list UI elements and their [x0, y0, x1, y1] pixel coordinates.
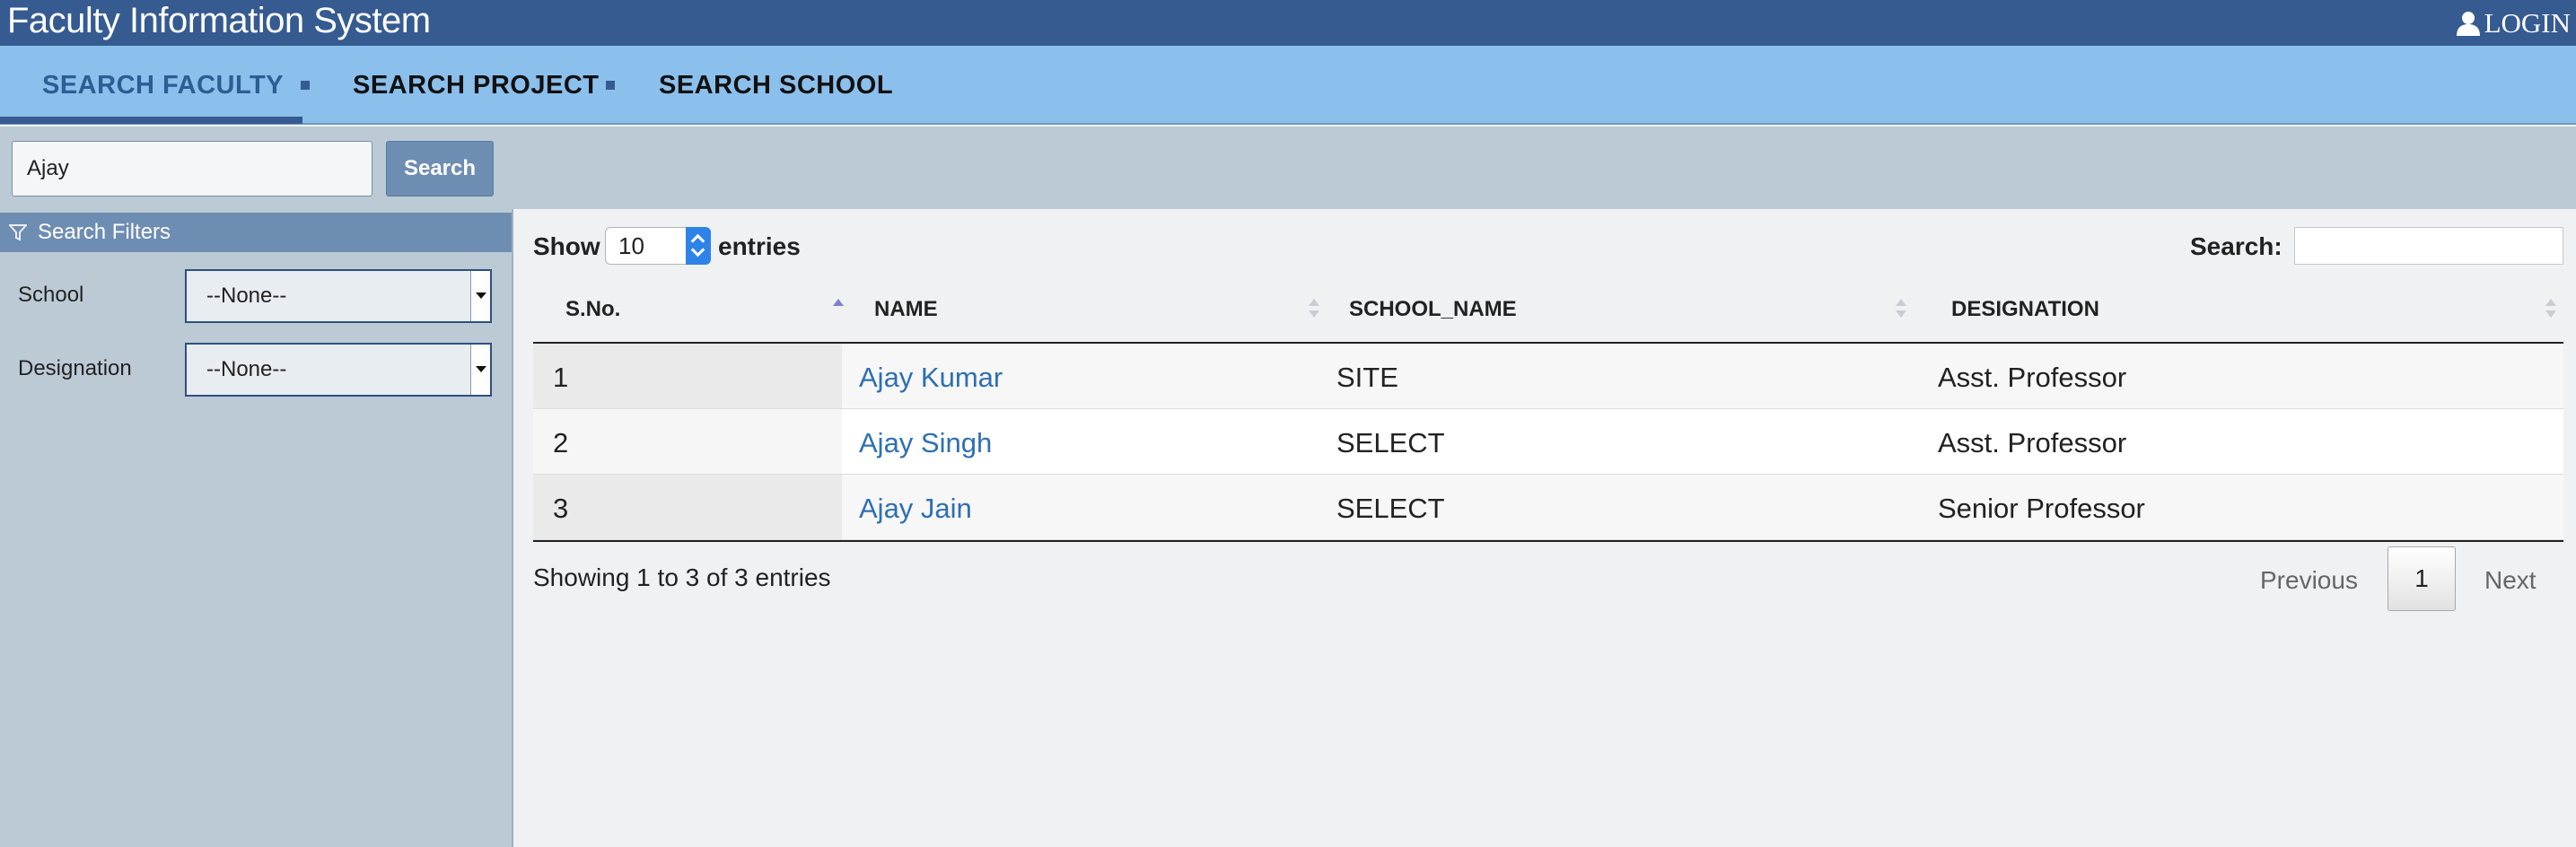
previous-page-button[interactable]: Previous	[2260, 566, 2358, 595]
filter-icon	[9, 224, 27, 241]
column-header-name[interactable]: NAME	[874, 297, 938, 322]
search-filters-panel: Search Filters School --None-- Designati…	[0, 209, 513, 847]
designation-select[interactable]: --None--	[185, 343, 492, 397]
table-row: 1 Ajay Kumar SITE Asst. Professor	[533, 344, 2563, 409]
faculty-name-link[interactable]: Ajay Singh	[859, 427, 992, 459]
cell-sno: 3	[553, 493, 569, 524]
table-header: S.No. NAME SCHOOL_NAME DESIGNATION	[533, 276, 2563, 344]
cell-school: SELECT	[1336, 427, 1445, 458]
table-row: 2 Ajay Singh SELECT Asst. Professor	[533, 409, 2563, 475]
school-select-value: --None--	[206, 284, 287, 308]
table-search-label: Search:	[2190, 232, 2282, 260]
page-length-value: 10	[618, 232, 644, 259]
nav-separator	[301, 81, 310, 90]
results-panel: Show 10 entries Search: S.No. NAME SCHOO…	[515, 209, 2576, 847]
tab-search-school[interactable]: SEARCH SCHOOL	[659, 71, 893, 100]
column-header-school-name[interactable]: SCHOOL_NAME	[1349, 297, 1517, 322]
table-info: Showing 1 to 3 of 3 entries	[533, 563, 831, 591]
next-page-button[interactable]: Next	[2484, 566, 2537, 595]
login-button[interactable]: LOGIN	[2454, 7, 2571, 39]
column-header-sno[interactable]: S.No.	[565, 297, 620, 322]
cell-designation: Asst. Professor	[1938, 362, 2127, 393]
page-length-select[interactable]: 10	[605, 227, 711, 265]
user-icon	[2456, 12, 2480, 36]
results-table: S.No. NAME SCHOOL_NAME DESIGNATION 1 Aja…	[533, 276, 2563, 542]
cell-designation: Asst. Professor	[1938, 427, 2127, 458]
chevron-down-icon	[470, 345, 490, 395]
main-nav: SEARCH FACULTY SEARCH PROJECT SEARCH SCH…	[0, 46, 2576, 125]
school-select[interactable]: --None--	[185, 269, 492, 323]
sort-icon	[1309, 299, 1319, 319]
designation-filter-label: Designation	[18, 356, 132, 380]
app-header: Faculty Information System LOGIN	[0, 0, 2576, 46]
faculty-name-link[interactable]: Ajay Kumar	[859, 362, 1003, 394]
active-tab-indicator	[0, 117, 302, 124]
show-label: Show	[533, 232, 600, 260]
filters-title: Search Filters	[38, 220, 171, 244]
search-bar: Search	[0, 127, 2576, 209]
login-label: LOGIN	[2484, 7, 2571, 39]
tab-search-faculty[interactable]: SEARCH FACULTY	[42, 71, 284, 100]
cell-sno: 2	[553, 427, 569, 458]
stepper-icon	[686, 227, 711, 265]
cell-school: SITE	[1336, 362, 1398, 393]
nav-separator	[606, 81, 615, 90]
sort-icon	[2545, 299, 2556, 319]
table-footer-rule	[533, 540, 2563, 542]
cell-designation: Senior Professor	[1938, 493, 2145, 524]
search-button[interactable]: Search	[386, 141, 494, 196]
chevron-down-icon	[470, 271, 490, 321]
page-1-button[interactable]: 1	[2388, 546, 2456, 611]
faculty-name-link[interactable]: Ajay Jain	[859, 493, 972, 525]
filters-header: Search Filters	[0, 213, 512, 252]
column-header-designation[interactable]: DESIGNATION	[1951, 297, 2099, 322]
designation-select-value: --None--	[206, 357, 287, 381]
entries-label: entries	[718, 232, 801, 260]
cell-sno: 1	[553, 362, 569, 393]
search-input[interactable]	[12, 141, 372, 196]
sort-asc-icon	[833, 299, 844, 319]
table-search-input[interactable]	[2294, 227, 2563, 265]
sort-icon	[1896, 299, 1906, 319]
app-title: Faculty Information System	[7, 1, 431, 40]
tab-search-project[interactable]: SEARCH PROJECT	[353, 71, 600, 100]
cell-school: SELECT	[1336, 493, 1445, 524]
school-filter-label: School	[18, 283, 84, 307]
table-row: 3 Ajay Jain SELECT Senior Professor	[533, 475, 2563, 540]
